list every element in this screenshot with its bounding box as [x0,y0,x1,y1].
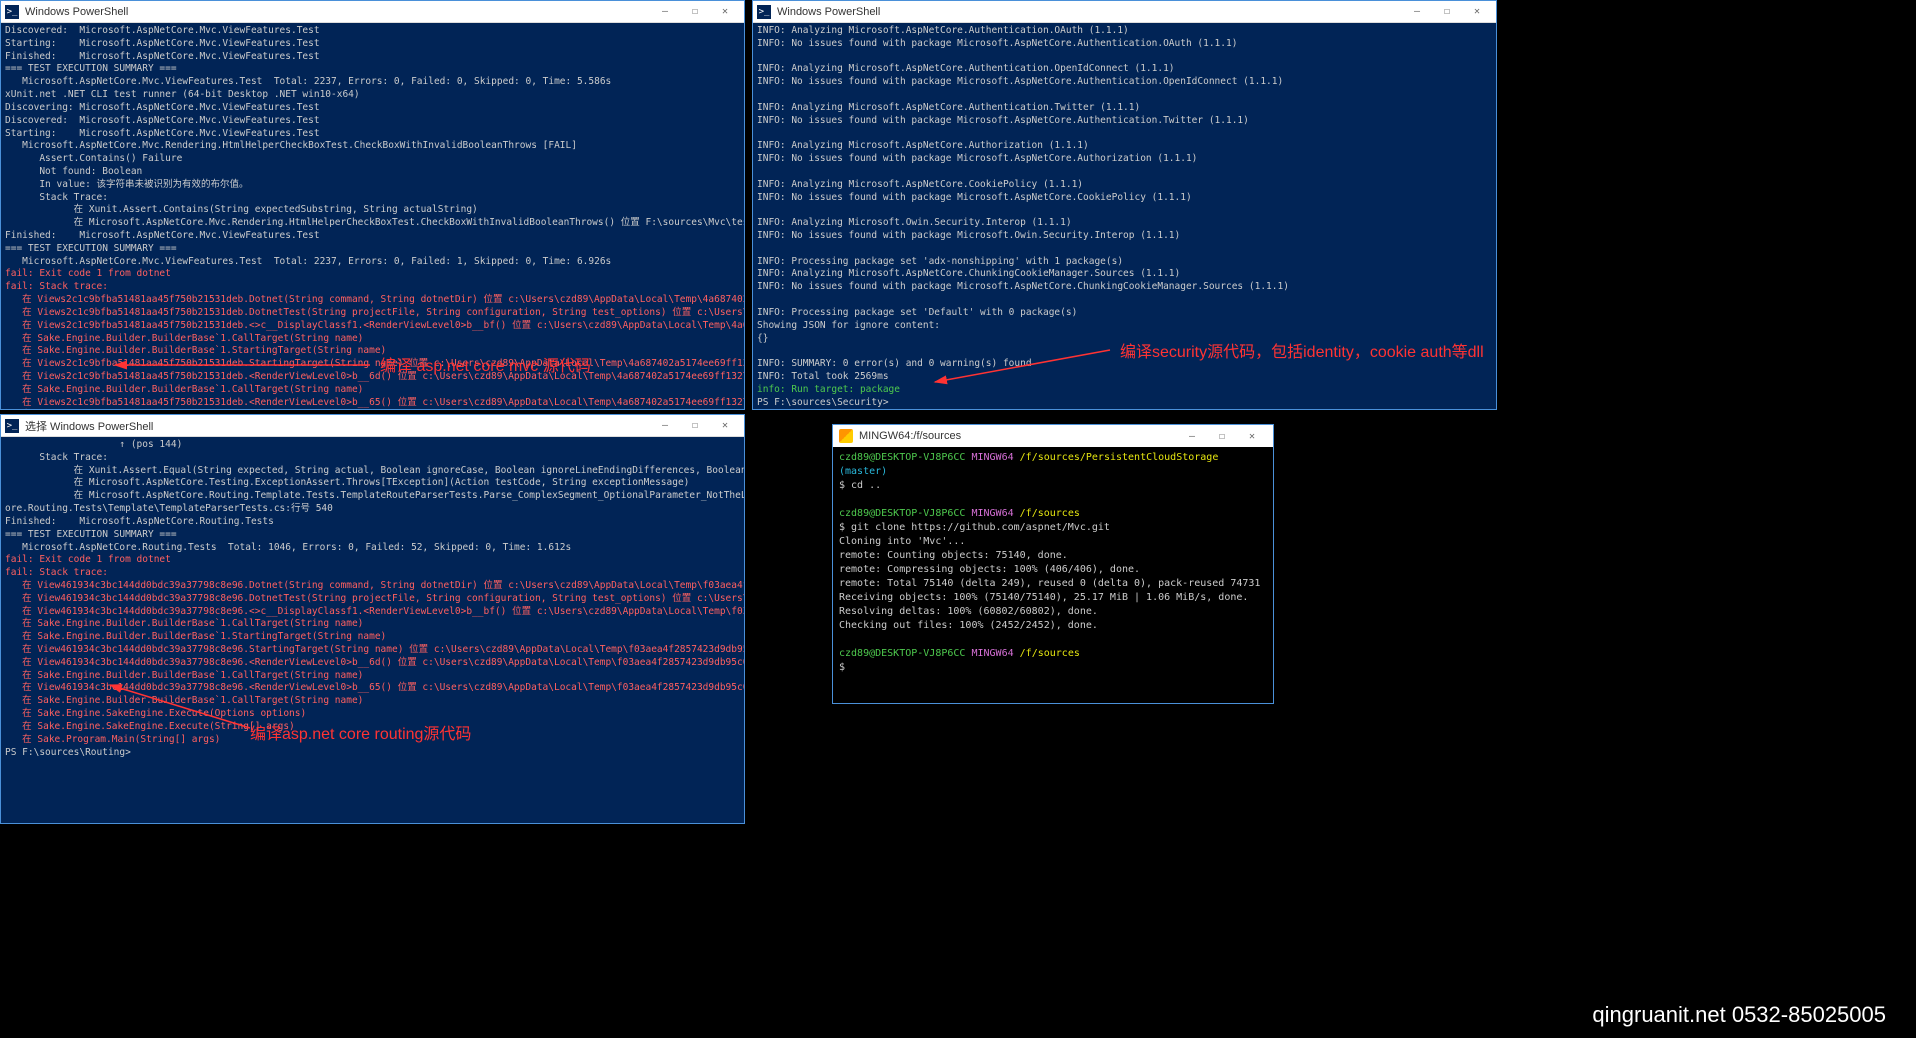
minimize-button[interactable]: — [650,2,680,22]
close-button[interactable]: ✕ [1462,2,1492,22]
mingw-icon [839,429,853,443]
watermark: qingruanit.net 0532-85025005 [1592,1002,1886,1028]
maximize-button[interactable]: ☐ [1432,2,1462,22]
powershell-window-security: >_ Windows PowerShell — ☐ ✕ INFO: Analyz… [752,0,1497,410]
terminal-output[interactable]: ↑ (pos 144) Stack Trace: 在 Xunit.Assert.… [1,437,744,823]
minimize-button[interactable]: — [1177,426,1207,446]
close-button[interactable]: ✕ [710,416,740,436]
window-title: Windows PowerShell [777,6,1402,18]
window-title: 选择 Windows PowerShell [25,418,650,434]
maximize-button[interactable]: ☐ [680,416,710,436]
terminal-output[interactable]: INFO: Analyzing Microsoft.AspNetCore.Aut… [753,23,1496,409]
titlebar[interactable]: >_ Windows PowerShell — ☐ ✕ [1,1,744,23]
powershell-icon: >_ [5,419,19,433]
titlebar[interactable]: MINGW64:/f/sources — ☐ ✕ [833,425,1273,447]
maximize-button[interactable]: ☐ [680,2,710,22]
terminal-output[interactable]: Discovered: Microsoft.AspNetCore.Mvc.Vie… [1,23,744,409]
terminal-output[interactable]: czd89@DESKTOP-VJ8P6CC MINGW64 /f/sources… [833,447,1273,703]
minimize-button[interactable]: — [1402,2,1432,22]
titlebar[interactable]: >_ 选择 Windows PowerShell — ☐ ✕ [1,415,744,437]
powershell-icon: >_ [757,5,771,19]
close-button[interactable]: ✕ [1237,426,1267,446]
minimize-button[interactable]: — [650,416,680,436]
window-title: Windows PowerShell [25,6,650,18]
powershell-window-mvc: >_ Windows PowerShell — ☐ ✕ Discovered: … [0,0,745,410]
powershell-icon: >_ [5,5,19,19]
close-button[interactable]: ✕ [710,2,740,22]
powershell-window-routing: >_ 选择 Windows PowerShell — ☐ ✕ ↑ (pos 14… [0,414,745,824]
maximize-button[interactable]: ☐ [1207,426,1237,446]
titlebar[interactable]: >_ Windows PowerShell — ☐ ✕ [753,1,1496,23]
mingw-window: MINGW64:/f/sources — ☐ ✕ czd89@DESKTOP-V… [832,424,1274,704]
window-title: MINGW64:/f/sources [859,430,1177,442]
